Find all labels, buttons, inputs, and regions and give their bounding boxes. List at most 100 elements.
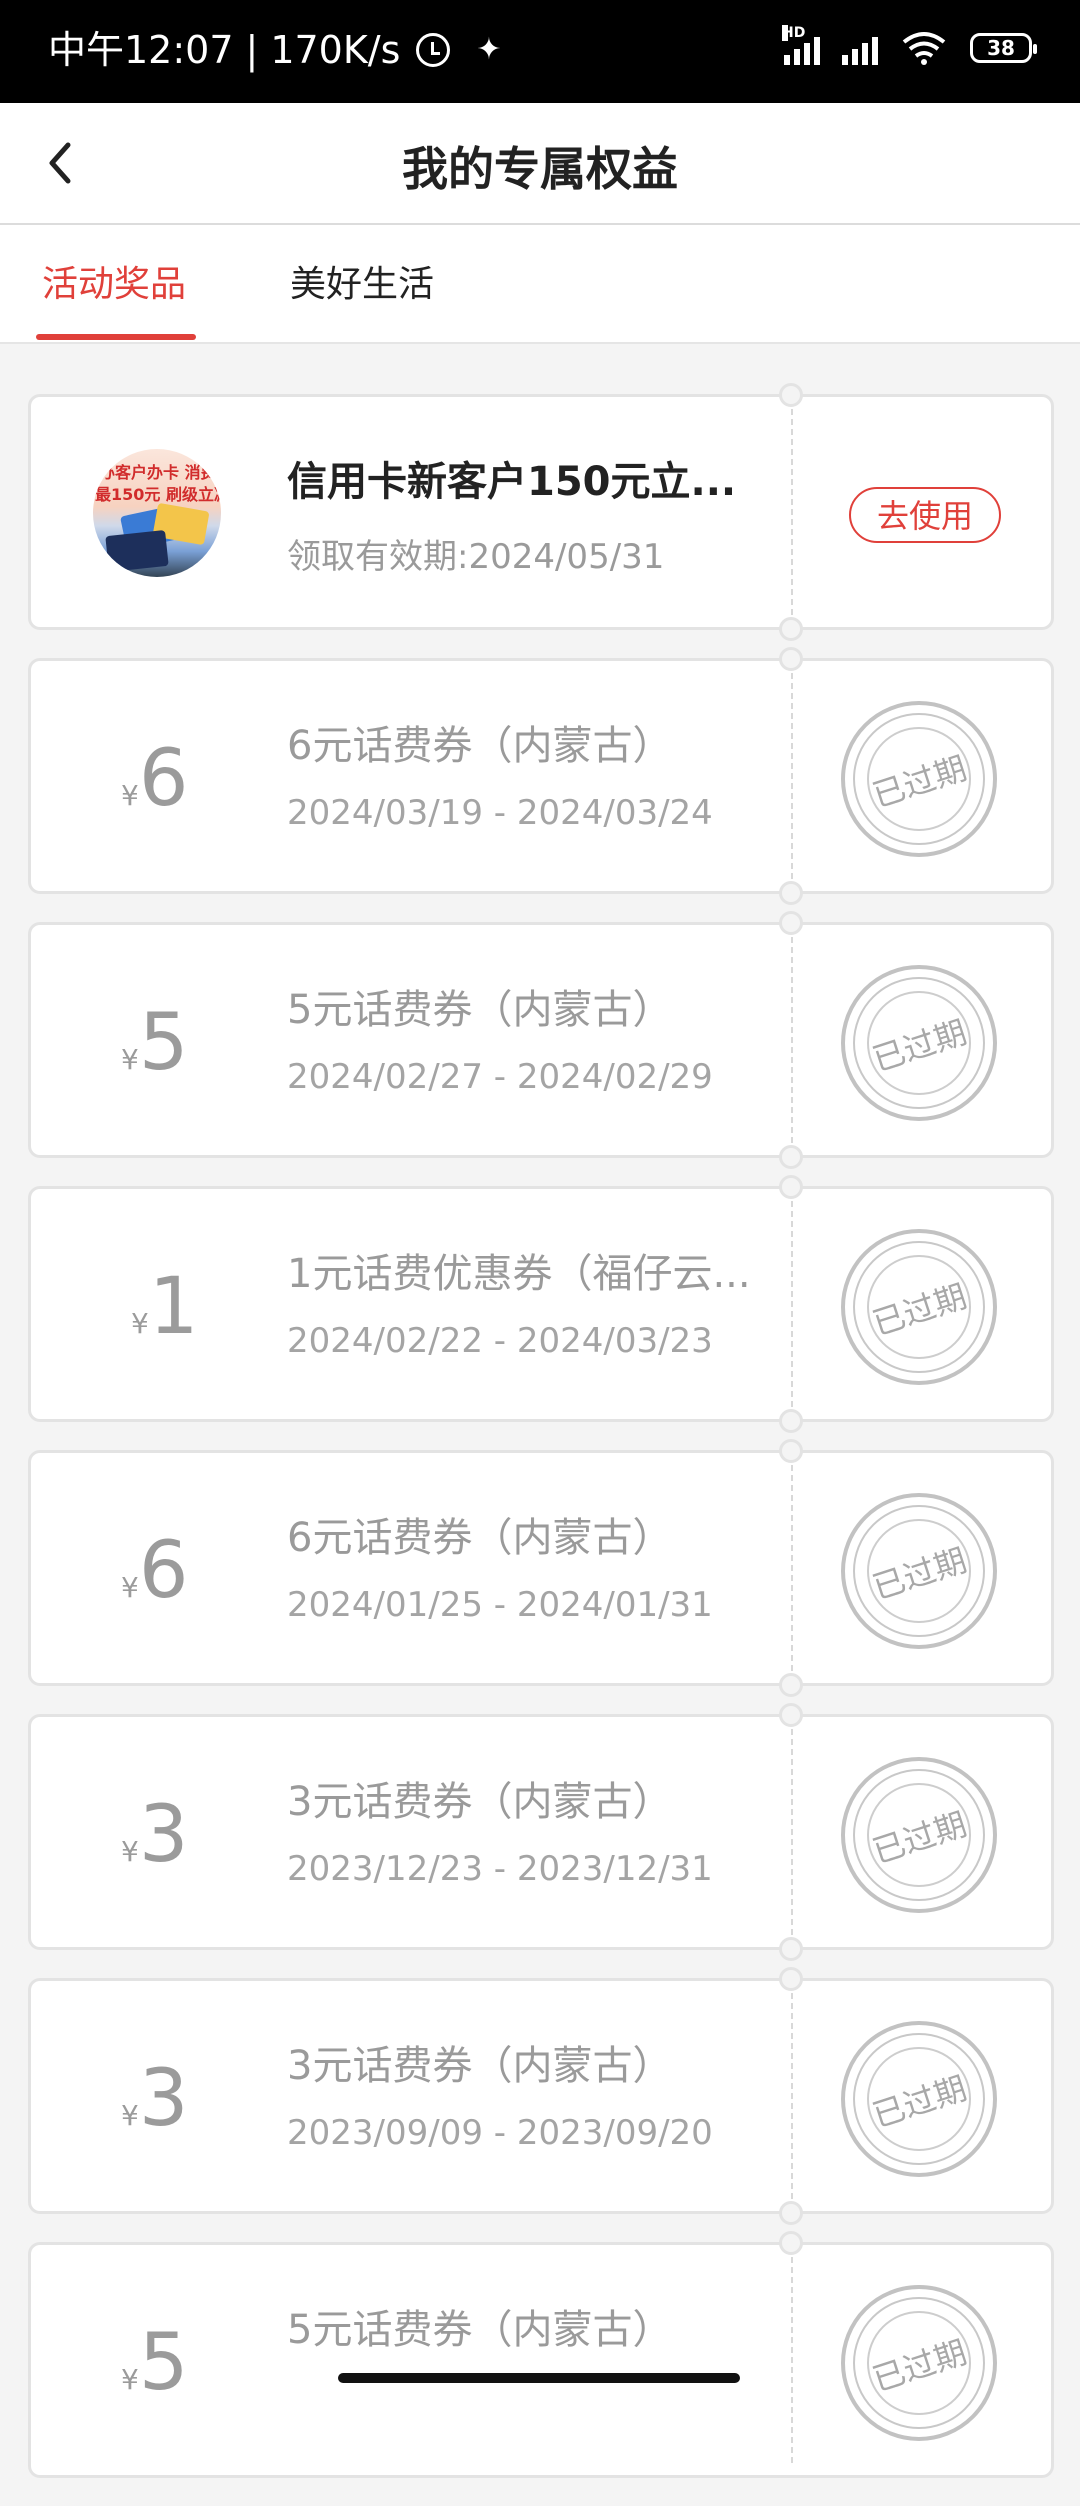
card-divider [791,1465,793,1671]
coupon-amount: ¥5 [121,995,241,1091]
card-divider [791,1729,793,1935]
coupon-dates: 2024/02/27 - 2024/02/29 [287,1057,713,1097]
card-notch [779,1175,803,1199]
card-notch [779,1967,803,1991]
coupon-amount: ¥3 [121,2051,241,2147]
coupon-card[interactable]: ¥6 6元话费券（内蒙古） 2024/01/25 - 2024/01/31 已过… [28,1439,1054,1697]
card-notch [779,2201,803,2225]
network-tag: HD [782,25,806,41]
status-bar: 中午12:07 | 170K/s ✦ HD 38 [0,0,1080,103]
card-divider [791,1993,793,2199]
amount-value: 6 [138,1526,189,1616]
home-indicator[interactable] [338,2373,740,2383]
expired-stamp-icon: 已过期 [841,701,997,857]
card-divider [791,2257,793,2463]
promo-text: 办客户办卡 消费达 [99,463,221,482]
currency-symbol: ¥ [121,2363,139,2396]
coupon-card[interactable]: ¥6 6元话费券（内蒙古） 2024/03/19 - 2024/03/24 已过… [28,647,1054,905]
card-notch [779,617,803,641]
amount-value: 5 [138,2318,189,2408]
status-right: HD 38 [782,25,1037,66]
card-notch [779,1145,803,1169]
coupon-title: 5元话费券（内蒙古） [287,2307,673,2353]
coupon-card[interactable]: ¥3 3元话费券（内蒙古） 2023/12/23 - 2023/12/31 已过… [28,1703,1054,1961]
coupon-amount: ¥5 [121,2315,241,2411]
card-divider [791,937,793,1143]
currency-symbol: ¥ [121,2099,139,2132]
status-time: 中午12:07 [48,28,234,72]
signal-hd-icon: HD [782,25,820,65]
amount-value: 5 [138,998,189,1088]
coupon-title: 5元话费券（内蒙古） [287,987,673,1033]
coupon-title: 3元话费券（内蒙古） [287,2043,673,2089]
battery-level: 38 [987,36,1015,60]
battery-icon: 38 [970,33,1037,63]
coupon-list: 办客户办卡 消费达 最150元 刷级立减金 信用卡新客户150元立... 领取有… [28,383,1054,2506]
page-title: 我的专属权益 [402,142,678,196]
currency-symbol: ¥ [121,1571,139,1604]
coupon-title: 6元话费券（内蒙古） [287,1515,673,1561]
tab-activity-prizes[interactable]: 活动奖品 [42,255,186,342]
signal-icon [842,31,878,65]
amount-value: 1 [148,1262,199,1352]
coupon-dates: 2023/12/23 - 2023/12/31 [287,1849,713,1889]
card-divider [791,673,793,879]
coupon-amount: ¥6 [121,731,241,827]
amount-value: 6 [138,734,189,824]
card-notch [779,1439,803,1463]
card-notch [779,881,803,905]
card-divider [791,1201,793,1407]
alarm-icon [416,33,451,67]
currency-symbol: ¥ [121,1835,139,1868]
currency-symbol: ¥ [131,1307,149,1340]
amount-value: 3 [138,2054,189,2144]
status-left: 中午12:07 | 170K/s ✦ [48,24,502,76]
expired-stamp-icon: 已过期 [841,1229,997,1385]
amount-value: 3 [138,1790,189,1880]
expired-stamp-icon: 已过期 [841,1493,997,1649]
tab-active-indicator [36,334,196,340]
expired-stamp-icon: 已过期 [841,965,997,1121]
expired-stamp-icon: 已过期 [841,2021,997,2177]
coupon-amount: ¥1 [131,1259,251,1355]
coupon-title: 信用卡新客户150元立... [287,459,737,505]
coupon-dates: 2023/09/09 - 2023/09/20 [287,2113,713,2153]
coupon-amount: ¥6 [121,1523,241,1619]
card-notch [779,1409,803,1433]
use-button[interactable]: 去使用 [849,487,1001,543]
coupon-title: 3元话费券（内蒙古） [287,1779,673,1825]
currency-symbol: ¥ [121,1043,139,1076]
card-notch [779,647,803,671]
status-speed: 170K/s [270,28,401,72]
page-header: 我的专属权益 [0,103,1080,225]
coupon-dates: 2024/01/25 - 2024/01/31 [287,1585,713,1625]
expired-stamp-icon: 已过期 [841,1757,997,1913]
card-notch [779,911,803,935]
coupon-card[interactable]: ¥5 5元话费券（内蒙古） 已过期 [28,2231,1054,2478]
coupon-dates: 2024/03/19 - 2024/03/24 [287,793,713,833]
coupon-dates: 2024/02/22 - 2024/03/23 [287,1321,713,1361]
wifi-icon [902,32,946,65]
coupon-card[interactable]: ¥3 3元话费券（内蒙古） 2023/09/09 - 2023/09/20 已过… [28,1967,1054,2225]
coupon-title: 1元话费优惠券（福仔云... [287,1251,751,1297]
coupon-validity: 领取有效期:2024/05/31 [287,537,665,577]
expired-stamp-icon: 已过期 [841,2285,997,2441]
tab-good-life[interactable]: 美好生活 [290,255,434,342]
coupon-card[interactable]: ¥5 5元话费券（内蒙古） 2024/02/27 - 2024/02/29 已过… [28,911,1054,1169]
status-separator: | [245,28,259,72]
card-divider [791,409,793,615]
tab-bar: 活动奖品 美好生活 [0,225,1080,344]
coupon-title: 6元话费券（内蒙古） [287,723,673,769]
promo-text: 最150元 刷级立减金 [95,485,221,504]
card-notch [779,383,803,407]
card-notch [779,1703,803,1727]
card-notch [779,2231,803,2255]
coupon-amount: ¥3 [121,1787,241,1883]
coupon-card[interactable]: 办客户办卡 消费达 最150元 刷级立减金 信用卡新客户150元立... 领取有… [28,383,1054,641]
card-notch [779,1673,803,1697]
currency-symbol: ¥ [121,779,139,812]
coupon-card[interactable]: ¥1 1元话费优惠券（福仔云... 2024/02/22 - 2024/03/2… [28,1175,1054,1433]
credit-card-promo-image: 办客户办卡 消费达 最150元 刷级立减金 [93,449,221,577]
card-notch [779,1937,803,1961]
satellite-icon: ✦ [476,32,502,67]
